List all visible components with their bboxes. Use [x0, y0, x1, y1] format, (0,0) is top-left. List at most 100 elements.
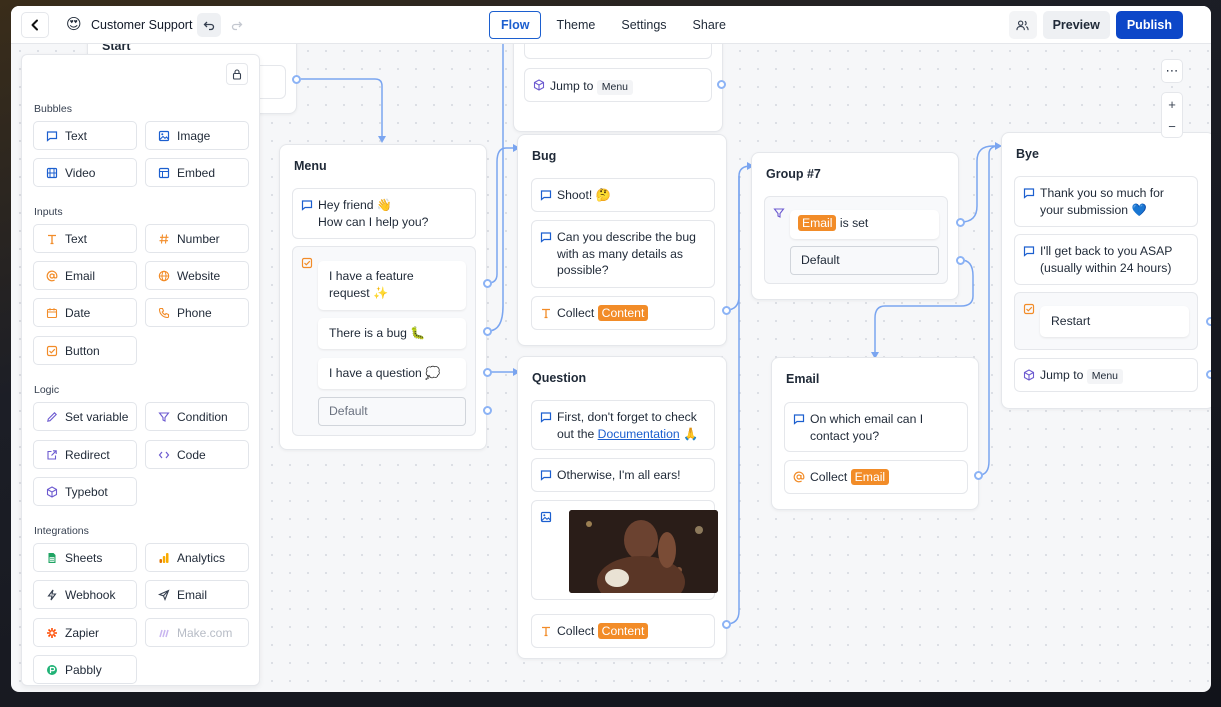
group7-default-handle[interactable] — [956, 256, 965, 265]
buttons-input-card[interactable]: I have a feature request ✨ There is a bu… — [292, 246, 476, 436]
group-title: Email — [786, 372, 820, 386]
block-pabbly[interactable]: Pabbly — [33, 655, 137, 684]
bot-emoji[interactable]: 😍 — [66, 15, 82, 33]
redo-button[interactable] — [225, 13, 249, 37]
lock-sidebar-button[interactable] — [226, 63, 248, 85]
email-input-card[interactable]: Collect Email — [784, 460, 968, 494]
text-bubble-card[interactable]: Otherwise, I'm all ears! — [531, 458, 715, 492]
group-7[interactable]: Group #7 Email is set Default — [751, 152, 959, 300]
image-bubble-card[interactable] — [531, 500, 718, 600]
text-bubble-card[interactable]: I'll get back to you ASAP (usually withi… — [1014, 234, 1198, 285]
menu-default-handle[interactable] — [483, 406, 492, 415]
default-option[interactable]: Default — [318, 397, 466, 426]
send-icon — [157, 588, 170, 601]
menu-bug-handle[interactable] — [483, 327, 492, 336]
text-bubble-card[interactable]: First, don't forget to check out the Doc… — [531, 400, 715, 450]
text-input-card[interactable]: Collect Content — [531, 296, 715, 330]
documentation-link[interactable]: Documentation — [598, 427, 680, 441]
choice-item-question[interactable]: I have a question 💭 — [318, 358, 466, 389]
block-typebot[interactable]: Typebot — [33, 477, 137, 506]
group-question[interactable]: Question First, don't forget to check ou… — [517, 356, 727, 659]
tab-settings[interactable]: Settings — [610, 11, 677, 39]
block-set-variable[interactable]: Set variable — [33, 402, 137, 431]
zoom-in-button[interactable]: + — [1168, 93, 1176, 115]
question-message-2: Otherwise, I'm all ears! — [557, 468, 681, 482]
block-phone-input[interactable]: Phone — [145, 298, 249, 327]
bye-restart-handle[interactable] — [1206, 317, 1211, 326]
group-email[interactable]: Email On which email can I contact you? … — [771, 357, 979, 510]
text-input-card[interactable]: Collect Content — [531, 614, 715, 648]
block-text-bubble[interactable]: Text — [33, 121, 137, 150]
default-option[interactable]: Default — [790, 246, 939, 275]
block-zapier[interactable]: Zapier — [33, 618, 137, 647]
top-output-handle[interactable] — [717, 80, 726, 89]
condition-card[interactable]: Email is set Default — [764, 196, 948, 284]
question-output-handle[interactable] — [722, 620, 731, 629]
cube-icon — [45, 485, 58, 498]
more-menu-button[interactable]: ⋯ — [1161, 59, 1183, 83]
preview-button[interactable]: Preview — [1042, 11, 1110, 39]
group-bug[interactable]: Bug Shoot! 🤔 Can you describe the bug wi… — [517, 134, 727, 346]
start-output-handle[interactable] — [292, 75, 301, 84]
collaborators-button[interactable] — [1008, 11, 1037, 39]
cube-icon — [1023, 369, 1035, 386]
block-image-bubble[interactable]: Image — [145, 121, 249, 150]
block-redirect[interactable]: Redirect — [33, 440, 137, 469]
bug-message-2: Can you describe the bug with as many de… — [557, 230, 696, 277]
block-number-input[interactable]: Number — [145, 224, 249, 253]
menu-feature-handle[interactable] — [483, 279, 492, 288]
block-send-email[interactable]: Email — [145, 580, 249, 609]
chat-bubble-icon — [540, 231, 552, 248]
top-bar: 😍 Customer Support Flow Theme Settings S… — [11, 6, 1211, 44]
block-analytics[interactable]: Analytics — [145, 543, 249, 572]
variable-chip: Content — [597, 623, 649, 639]
zoom-out-button[interactable]: − — [1168, 115, 1176, 137]
bye-message-2: I'll get back to you ASAP (usually withi… — [1040, 244, 1173, 275]
bot-name[interactable]: Customer Support — [91, 18, 192, 32]
calendar-icon — [45, 306, 58, 319]
jump-card[interactable]: Jump to Menu — [1014, 358, 1198, 392]
redo-icon — [231, 21, 243, 31]
text-bubble-card[interactable]: Hey friend 👋 How can I help you? — [292, 188, 476, 239]
block-condition[interactable]: Condition — [145, 402, 249, 431]
block-date-input[interactable]: Date — [33, 298, 137, 327]
text-bubble-card[interactable]: Thank you so much for your submission 💙 — [1014, 176, 1198, 227]
group-bye[interactable]: Bye Thank you so much for your submissio… — [1001, 132, 1211, 409]
choice-item-restart[interactable]: Restart — [1040, 306, 1189, 337]
choice-item-feature[interactable]: I have a feature request ✨ — [318, 261, 466, 310]
back-button[interactable] — [21, 12, 49, 38]
analytics-icon — [157, 551, 170, 564]
condition-item[interactable]: Email is set — [790, 210, 939, 239]
bug-output-handle[interactable] — [722, 306, 731, 315]
block-sheets[interactable]: Sheets — [33, 543, 137, 572]
block-make-com[interactable]: Make.com — [145, 618, 249, 647]
publish-button[interactable]: Publish — [1115, 11, 1183, 39]
tab-flow[interactable]: Flow — [489, 11, 542, 39]
choice-item-bug[interactable]: There is a bug 🐛 — [318, 318, 466, 349]
block-code[interactable]: Code — [145, 440, 249, 469]
checkbox-icon — [301, 257, 313, 274]
block-webhook[interactable]: Webhook — [33, 580, 137, 609]
undo-button[interactable] — [197, 13, 221, 37]
block-website-input[interactable]: Website — [145, 261, 249, 290]
text-bubble-card[interactable]: On which email can I contact you? — [784, 402, 968, 452]
text-bubble-card[interactable]: Can you describe the bug with as many de… — [531, 220, 715, 288]
group7-condition-handle[interactable] — [956, 218, 965, 227]
tab-share[interactable]: Share — [682, 11, 737, 39]
block-email-input[interactable]: Email — [33, 261, 137, 290]
menu-question-handle[interactable] — [483, 368, 492, 377]
jump-label: Jump to — [1040, 368, 1084, 382]
email-output-handle[interactable] — [974, 471, 983, 480]
block-video-bubble[interactable]: Video — [33, 158, 137, 187]
bye-jump-handle[interactable] — [1206, 370, 1211, 379]
buttons-input-card[interactable]: Restart — [1014, 292, 1198, 350]
block-button-input[interactable]: Button — [33, 336, 137, 365]
text-input-icon — [45, 232, 58, 245]
checkbox-icon — [45, 344, 58, 357]
tab-theme[interactable]: Theme — [545, 11, 606, 39]
block-embed-bubble[interactable]: Embed — [145, 158, 249, 187]
jump-card[interactable]: Jump to Menu — [524, 68, 712, 102]
text-bubble-card[interactable]: Shoot! 🤔 — [531, 178, 715, 212]
block-text-input[interactable]: Text — [33, 224, 137, 253]
group-menu[interactable]: Menu Hey friend 👋 How can I help you? I h… — [279, 144, 487, 450]
